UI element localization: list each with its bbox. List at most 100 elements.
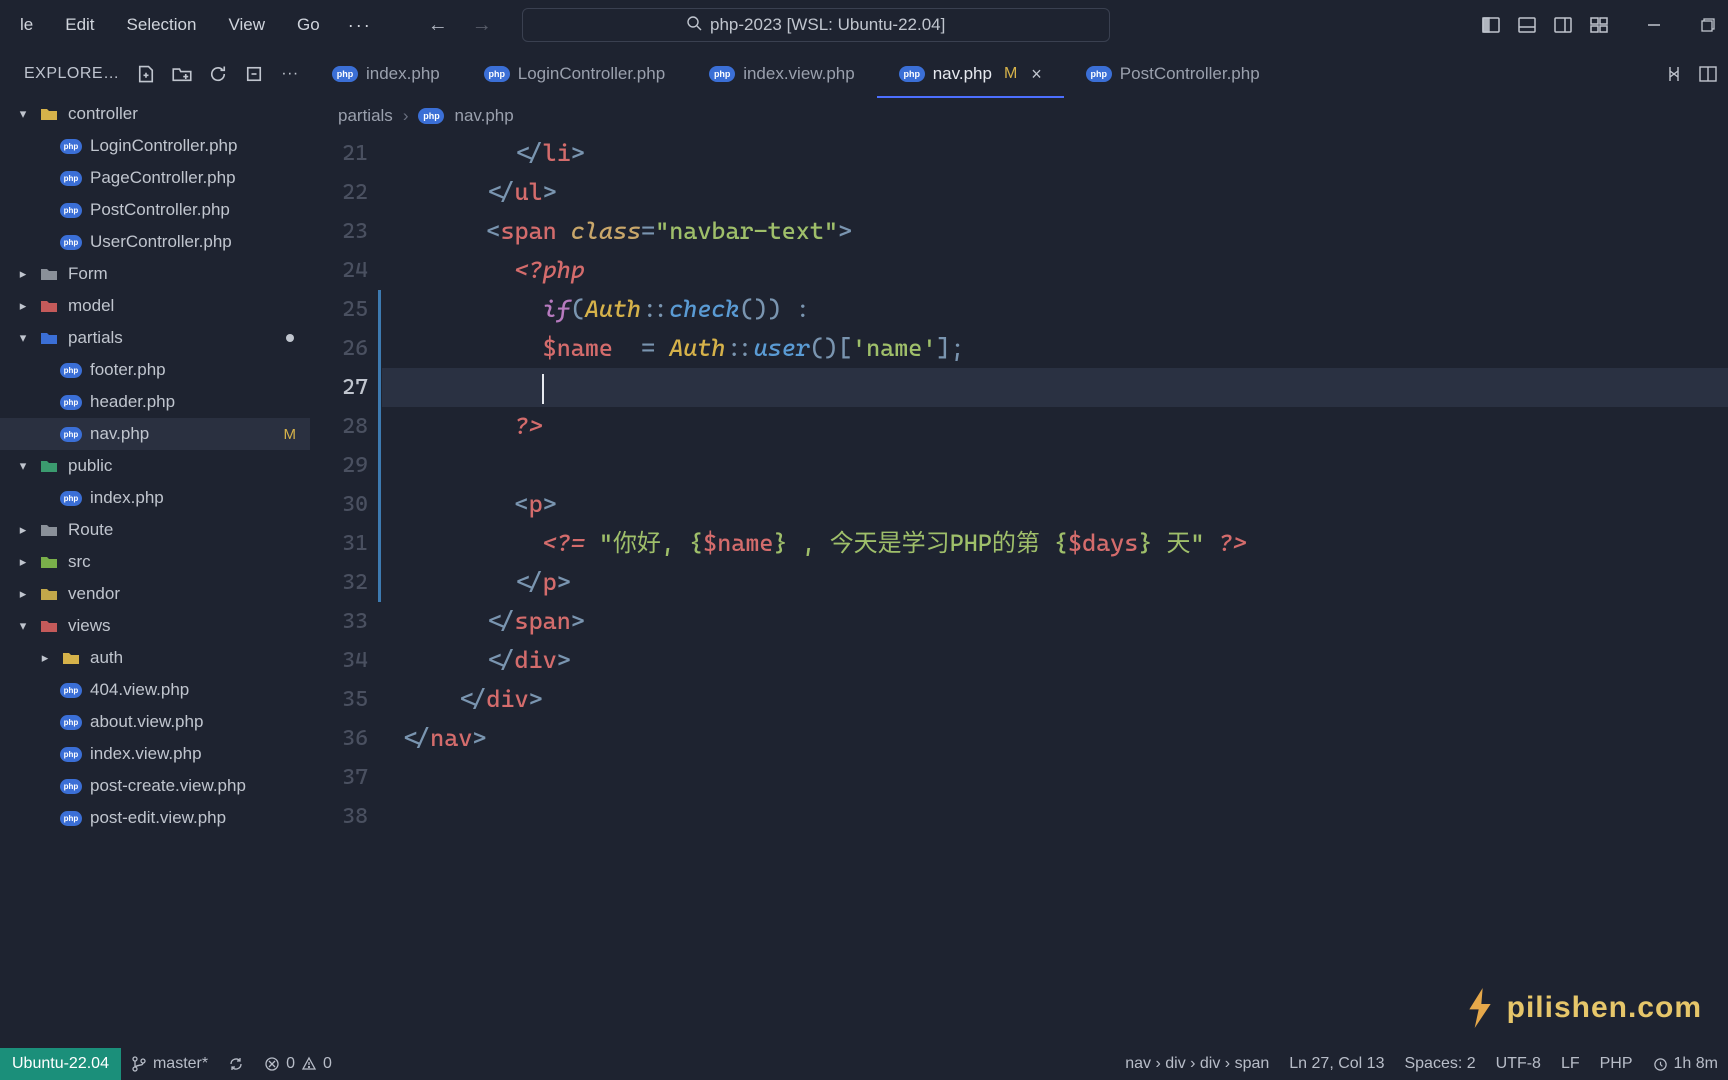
- window-minimize-icon[interactable]: [1644, 15, 1664, 35]
- menu-more[interactable]: ···: [340, 9, 380, 42]
- line-number: 28: [310, 407, 368, 446]
- menu-edit[interactable]: Edit: [53, 9, 106, 41]
- tab-label: index.view.php: [743, 64, 855, 84]
- explorer-sidebar: EXPLORE… ··· controllerphpLoginControlle…: [0, 50, 310, 1048]
- layout-primary-sidebar-icon[interactable]: [1480, 14, 1502, 36]
- tab-nav.php[interactable]: phpnav.phpM×: [877, 50, 1064, 98]
- file-UserController.php[interactable]: phpUserController.php: [0, 226, 310, 258]
- file-index.php[interactable]: phpindex.php: [0, 482, 310, 514]
- line-number: 22: [310, 173, 368, 212]
- new-folder-icon[interactable]: [172, 64, 192, 84]
- split-editor-icon[interactable]: [1698, 64, 1718, 84]
- tree-item-label: partials: [68, 328, 278, 348]
- folder-model[interactable]: model: [0, 290, 310, 322]
- problems[interactable]: 0 0: [254, 1048, 342, 1080]
- folder-auth[interactable]: auth: [0, 642, 310, 674]
- sync-button[interactable]: [218, 1048, 254, 1080]
- command-center[interactable]: php-2023 [WSL: Ubuntu-22.04]: [522, 8, 1110, 42]
- menu-go[interactable]: Go: [285, 9, 332, 41]
- line-number: 26: [310, 329, 368, 368]
- code-line: </div>: [382, 641, 1728, 680]
- breadcrumb[interactable]: partials › php nav.php: [310, 98, 1728, 134]
- sync-icon: [228, 1056, 244, 1072]
- chevron-right-icon: ›: [403, 106, 409, 126]
- code-content[interactable]: </li> </ul> <span class="navbar-text"> <…: [382, 134, 1728, 1048]
- folder-icon: [38, 583, 60, 605]
- code-line: </div>: [382, 680, 1728, 719]
- tab-PostController.php[interactable]: phpPostController.php: [1064, 50, 1282, 98]
- folder-public[interactable]: public: [0, 450, 310, 482]
- file-index.view.php[interactable]: phpindex.view.php: [0, 738, 310, 770]
- code-line: [382, 758, 1728, 797]
- language-mode[interactable]: PHP: [1590, 1048, 1643, 1080]
- folder-icon: [38, 263, 60, 285]
- tab-index.php[interactable]: phpindex.php: [310, 50, 462, 98]
- folder-views[interactable]: views: [0, 610, 310, 642]
- branch-icon: [131, 1056, 147, 1072]
- tab-index.view.php[interactable]: phpindex.view.php: [687, 50, 877, 98]
- chevron-icon: [16, 458, 30, 474]
- line-number: 23: [310, 212, 368, 251]
- file-footer.php[interactable]: phpfooter.php: [0, 354, 310, 386]
- folder-icon: [60, 647, 82, 669]
- folder-partials[interactable]: partials: [0, 322, 310, 354]
- nav-forward-icon[interactable]: →: [472, 14, 492, 37]
- file-post-edit.view.php[interactable]: phppost-edit.view.php: [0, 802, 310, 834]
- file-PostController.php[interactable]: phpPostController.php: [0, 194, 310, 226]
- folder-controller[interactable]: controller: [0, 98, 310, 130]
- line-number: 24: [310, 251, 368, 290]
- chevron-icon: [16, 266, 30, 282]
- remote-indicator[interactable]: Ubuntu-22.04: [0, 1048, 121, 1080]
- file-header.php[interactable]: phpheader.php: [0, 386, 310, 418]
- more-actions-icon[interactable]: ···: [280, 64, 300, 84]
- nav-back-icon[interactable]: ←: [428, 14, 448, 37]
- php-icon: php: [60, 135, 82, 157]
- tree-item-label: PostController.php: [90, 200, 310, 220]
- git-branch[interactable]: master*: [121, 1048, 218, 1080]
- session-timer[interactable]: 1h 8m: [1643, 1048, 1728, 1080]
- collapse-all-icon[interactable]: [244, 64, 264, 84]
- tree-item-label: PageController.php: [90, 168, 310, 188]
- indent-setting[interactable]: Spaces: 2: [1394, 1048, 1485, 1080]
- file-about.view.php[interactable]: phpabout.view.php: [0, 706, 310, 738]
- tree-item-label: vendor: [68, 584, 310, 604]
- file-PageController.php[interactable]: phpPageController.php: [0, 162, 310, 194]
- status-bar: Ubuntu-22.04 master* 0 0 nav › div › div…: [0, 1048, 1728, 1080]
- tab-LoginController.php[interactable]: phpLoginController.php: [462, 50, 687, 98]
- layout-panel-icon[interactable]: [1516, 14, 1538, 36]
- code-line: </span>: [382, 602, 1728, 641]
- cursor-position[interactable]: Ln 27, Col 13: [1279, 1048, 1394, 1080]
- folder-route[interactable]: Route: [0, 514, 310, 546]
- file-tree: controllerphpLoginController.phpphpPageC…: [0, 98, 310, 1048]
- file-post-create.view.php[interactable]: phppost-create.view.php: [0, 770, 310, 802]
- refresh-icon[interactable]: [208, 64, 228, 84]
- new-file-icon[interactable]: [136, 64, 156, 84]
- chevron-icon: [16, 522, 30, 538]
- folder-icon: [38, 295, 60, 317]
- folder-vendor[interactable]: vendor: [0, 578, 310, 610]
- clock-icon: [1653, 1057, 1668, 1072]
- compare-changes-icon[interactable]: [1664, 64, 1684, 84]
- breadcrumb-path[interactable]: nav › div › div › span: [1115, 1048, 1279, 1080]
- file-nav.php[interactable]: phpnav.phpM: [0, 418, 310, 450]
- close-tab-icon[interactable]: ×: [1031, 64, 1042, 85]
- dirty-indicator: [286, 334, 294, 342]
- tab-label: nav.php: [933, 64, 992, 84]
- layout-customize-icon[interactable]: [1588, 14, 1610, 36]
- folder-src[interactable]: src: [0, 546, 310, 578]
- tree-item-label: post-create.view.php: [90, 776, 310, 796]
- editor-area[interactable]: 212223242526272829303132333435363738 </l…: [310, 134, 1728, 1048]
- line-number: 37: [310, 758, 368, 797]
- php-icon: php: [60, 391, 82, 413]
- folder-icon: [38, 615, 60, 637]
- encoding[interactable]: UTF-8: [1486, 1048, 1551, 1080]
- folder-form[interactable]: Form: [0, 258, 310, 290]
- layout-secondary-sidebar-icon[interactable]: [1552, 14, 1574, 36]
- window-restore-icon[interactable]: [1698, 15, 1718, 35]
- menu-file[interactable]: le: [8, 9, 45, 41]
- file-LoginController.php[interactable]: phpLoginController.php: [0, 130, 310, 162]
- menu-selection[interactable]: Selection: [115, 9, 209, 41]
- eol[interactable]: LF: [1551, 1048, 1590, 1080]
- file-404.view.php[interactable]: php404.view.php: [0, 674, 310, 706]
- menu-view[interactable]: View: [216, 9, 277, 41]
